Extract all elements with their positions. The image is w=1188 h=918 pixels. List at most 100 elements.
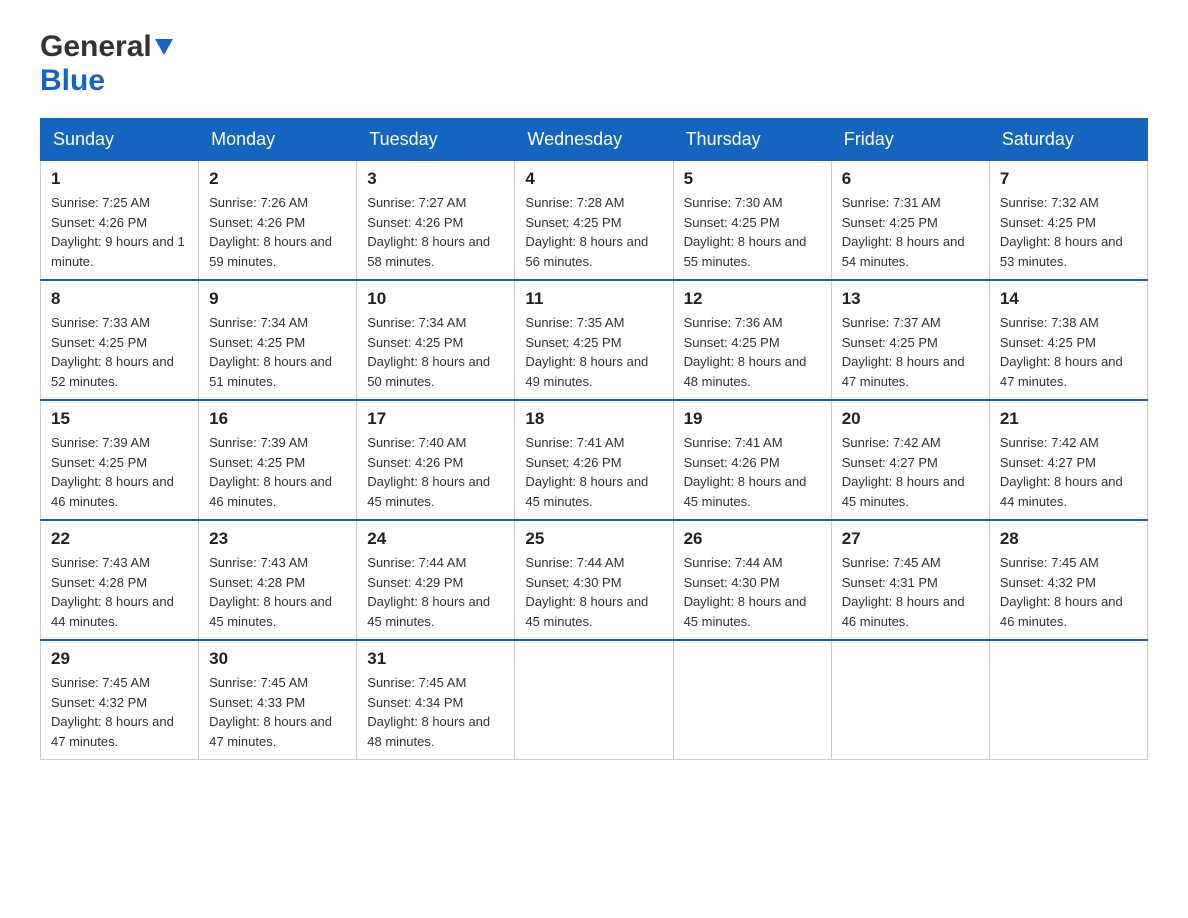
day-number: 3 — [367, 169, 504, 189]
day-number: 17 — [367, 409, 504, 429]
calendar-cell: 30 Sunrise: 7:45 AMSunset: 4:33 PMDayligh… — [199, 640, 357, 760]
day-number: 24 — [367, 529, 504, 549]
day-number: 25 — [525, 529, 662, 549]
calendar-cell: 13 Sunrise: 7:37 AMSunset: 4:25 PMDayligh… — [831, 280, 989, 400]
day-number: 29 — [51, 649, 188, 669]
weekday-header-friday: Friday — [831, 119, 989, 161]
calendar-cell: 12 Sunrise: 7:36 AMSunset: 4:25 PMDayligh… — [673, 280, 831, 400]
day-info: Sunrise: 7:39 AMSunset: 4:25 PMDaylight:… — [51, 433, 188, 511]
calendar-cell: 24 Sunrise: 7:44 AMSunset: 4:29 PMDayligh… — [357, 520, 515, 640]
day-number: 2 — [209, 169, 346, 189]
calendar-cell: 4Sunrise: 7:28 AMSunset: 4:25 PMDaylight… — [515, 161, 673, 281]
day-info: Sunrise: 7:33 AMSunset: 4:25 PMDaylight:… — [51, 313, 188, 391]
logo-general-text: General — [40, 30, 152, 64]
day-info: Sunrise: 7:39 AMSunset: 4:25 PMDaylight:… — [209, 433, 346, 511]
day-info: Sunrise: 7:42 AMSunset: 4:27 PMDaylight:… — [1000, 433, 1137, 511]
day-info: Sunrise: 7:37 AMSunset: 4:25 PMDaylight:… — [842, 313, 979, 391]
day-info: Sunrise: 7:36 AMSunset: 4:25 PMDaylight:… — [684, 313, 821, 391]
day-number: 11 — [525, 289, 662, 309]
calendar-week-row: 15Sunrise: 7:39 AMSunset: 4:25 PMDayligh… — [41, 400, 1148, 520]
day-info: Sunrise: 7:38 AMSunset: 4:25 PMDaylight:… — [1000, 313, 1137, 391]
calendar-cell — [989, 640, 1147, 760]
weekday-header-monday: Monday — [199, 119, 357, 161]
day-info: Sunrise: 7:43 AMSunset: 4:28 PMDaylight:… — [209, 553, 346, 631]
calendar-cell: 2Sunrise: 7:26 AMSunset: 4:26 PMDaylight… — [199, 161, 357, 281]
weekday-header-sunday: Sunday — [41, 119, 199, 161]
day-info: Sunrise: 7:30 AMSunset: 4:25 PMDaylight:… — [684, 193, 821, 271]
day-number: 16 — [209, 409, 346, 429]
calendar-cell: 27Sunrise: 7:45 AMSunset: 4:31 PMDayligh… — [831, 520, 989, 640]
calendar-cell: 10 Sunrise: 7:34 AMSunset: 4:25 PMDayligh… — [357, 280, 515, 400]
day-number: 9 — [209, 289, 346, 309]
calendar-cell: 14Sunrise: 7:38 AMSunset: 4:25 PMDayligh… — [989, 280, 1147, 400]
calendar-cell: 6 Sunrise: 7:31 AMSunset: 4:25 PMDaylight… — [831, 161, 989, 281]
calendar-cell: 23 Sunrise: 7:43 AMSunset: 4:28 PMDayligh… — [199, 520, 357, 640]
day-info: Sunrise: 7:34 AMSunset: 4:25 PMDaylight:… — [209, 313, 346, 391]
calendar-cell: 5 Sunrise: 7:30 AMSunset: 4:25 PMDaylight… — [673, 161, 831, 281]
day-number: 6 — [842, 169, 979, 189]
day-info: Sunrise: 7:45 AMSunset: 4:31 PMDaylight:… — [842, 553, 979, 631]
calendar-cell: 31 Sunrise: 7:45 AMSunset: 4:34 PMDayligh… — [357, 640, 515, 760]
day-info: Sunrise: 7:40 AMSunset: 4:26 PMDaylight:… — [367, 433, 504, 511]
day-number: 21 — [1000, 409, 1137, 429]
calendar-cell: 1 Sunrise: 7:25 AMSunset: 4:26 PMDaylight… — [41, 161, 199, 281]
calendar-cell: 28Sunrise: 7:45 AMSunset: 4:32 PMDayligh… — [989, 520, 1147, 640]
calendar-cell — [831, 640, 989, 760]
day-number: 8 — [51, 289, 188, 309]
calendar-cell: 25 Sunrise: 7:44 AMSunset: 4:30 PMDayligh… — [515, 520, 673, 640]
day-number: 31 — [367, 649, 504, 669]
day-info: Sunrise: 7:45 AMSunset: 4:33 PMDaylight:… — [209, 673, 346, 751]
calendar-cell: 26Sunrise: 7:44 AMSunset: 4:30 PMDayligh… — [673, 520, 831, 640]
day-number: 1 — [51, 169, 188, 189]
calendar-table: SundayMondayTuesdayWednesdayThursdayFrid… — [40, 118, 1148, 760]
logo-triangle-icon — [155, 39, 173, 60]
weekday-header-saturday: Saturday — [989, 119, 1147, 161]
calendar-week-row: 1 Sunrise: 7:25 AMSunset: 4:26 PMDaylight… — [41, 161, 1148, 281]
day-info: Sunrise: 7:25 AMSunset: 4:26 PMDaylight:… — [51, 193, 188, 271]
calendar-cell: 15Sunrise: 7:39 AMSunset: 4:25 PMDayligh… — [41, 400, 199, 520]
calendar-cell: 22 Sunrise: 7:43 AMSunset: 4:28 PMDayligh… — [41, 520, 199, 640]
day-info: Sunrise: 7:35 AMSunset: 4:25 PMDaylight:… — [525, 313, 662, 391]
weekday-header-wednesday: Wednesday — [515, 119, 673, 161]
logo-blue-text: Blue — [40, 64, 105, 97]
day-info: Sunrise: 7:45 AMSunset: 4:34 PMDaylight:… — [367, 673, 504, 751]
calendar-cell: 16 Sunrise: 7:39 AMSunset: 4:25 PMDayligh… — [199, 400, 357, 520]
calendar-cell: 17 Sunrise: 7:40 AMSunset: 4:26 PMDayligh… — [357, 400, 515, 520]
day-number: 30 — [209, 649, 346, 669]
calendar-cell: 18 Sunrise: 7:41 AMSunset: 4:26 PMDayligh… — [515, 400, 673, 520]
day-number: 19 — [684, 409, 821, 429]
day-number: 20 — [842, 409, 979, 429]
day-info: Sunrise: 7:34 AMSunset: 4:25 PMDaylight:… — [367, 313, 504, 391]
day-number: 26 — [684, 529, 821, 549]
calendar-cell: 29 Sunrise: 7:45 AMSunset: 4:32 PMDayligh… — [41, 640, 199, 760]
day-info: Sunrise: 7:41 AMSunset: 4:26 PMDaylight:… — [684, 433, 821, 511]
day-info: Sunrise: 7:44 AMSunset: 4:30 PMDaylight:… — [525, 553, 662, 631]
page-header: General Blue — [40, 30, 1148, 98]
day-number: 18 — [525, 409, 662, 429]
day-number: 13 — [842, 289, 979, 309]
day-info: Sunrise: 7:43 AMSunset: 4:28 PMDaylight:… — [51, 553, 188, 631]
day-info: Sunrise: 7:41 AMSunset: 4:26 PMDaylight:… — [525, 433, 662, 511]
calendar-cell: 9 Sunrise: 7:34 AMSunset: 4:25 PMDaylight… — [199, 280, 357, 400]
calendar-week-row: 29 Sunrise: 7:45 AMSunset: 4:32 PMDayligh… — [41, 640, 1148, 760]
calendar-cell: 3 Sunrise: 7:27 AMSunset: 4:26 PMDaylight… — [357, 161, 515, 281]
day-number: 22 — [51, 529, 188, 549]
calendar-cell — [515, 640, 673, 760]
day-info: Sunrise: 7:31 AMSunset: 4:25 PMDaylight:… — [842, 193, 979, 271]
day-number: 10 — [367, 289, 504, 309]
logo: General Blue — [40, 30, 173, 98]
day-number: 12 — [684, 289, 821, 309]
day-info: Sunrise: 7:44 AMSunset: 4:29 PMDaylight:… — [367, 553, 504, 631]
day-number: 7 — [1000, 169, 1137, 189]
calendar-cell: 8 Sunrise: 7:33 AMSunset: 4:25 PMDaylight… — [41, 280, 199, 400]
day-number: 5 — [684, 169, 821, 189]
day-info: Sunrise: 7:27 AMSunset: 4:26 PMDaylight:… — [367, 193, 504, 271]
calendar-cell: 21 Sunrise: 7:42 AMSunset: 4:27 PMDayligh… — [989, 400, 1147, 520]
day-number: 23 — [209, 529, 346, 549]
day-info: Sunrise: 7:45 AMSunset: 4:32 PMDaylight:… — [1000, 553, 1137, 631]
day-info: Sunrise: 7:45 AMSunset: 4:32 PMDaylight:… — [51, 673, 188, 751]
calendar-week-row: 8 Sunrise: 7:33 AMSunset: 4:25 PMDaylight… — [41, 280, 1148, 400]
calendar-cell: 20Sunrise: 7:42 AMSunset: 4:27 PMDayligh… — [831, 400, 989, 520]
day-info: Sunrise: 7:32 AMSunset: 4:25 PMDaylight:… — [1000, 193, 1137, 271]
day-info: Sunrise: 7:28 AMSunset: 4:25 PMDaylight:… — [525, 193, 662, 271]
